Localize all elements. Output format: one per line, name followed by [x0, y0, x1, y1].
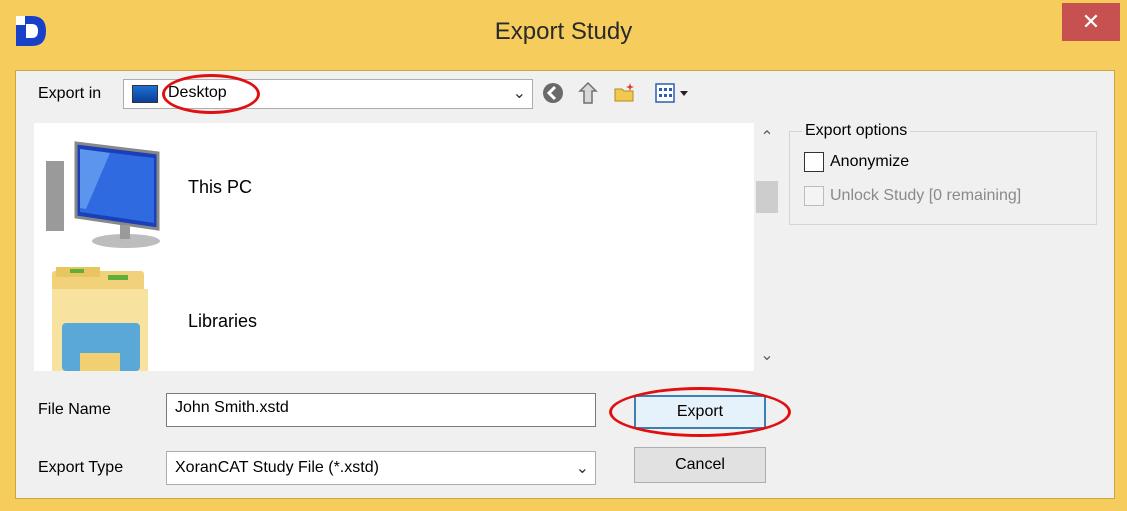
export-in-label: Export in [38, 85, 102, 102]
up-folder-icon[interactable] [576, 81, 600, 105]
cancel-button[interactable]: Cancel [634, 447, 766, 483]
export-type-value: XoranCAT Study File (*.xstd) [175, 459, 379, 476]
scroll-down-icon[interactable]: ⌄ [754, 345, 780, 365]
unlock-study-checkbox [804, 186, 824, 206]
list-item[interactable]: Libraries [34, 253, 754, 371]
highlight-circle [609, 387, 791, 437]
libraries-folder-icon [52, 267, 148, 371]
view-menu-icon[interactable] [654, 81, 694, 105]
new-folder-icon[interactable] [613, 81, 637, 105]
unlock-study-label: Unlock Study [0 remaining] [830, 187, 1022, 204]
chevron-down-icon: ⌄ [575, 460, 589, 477]
list-item-label: Libraries [188, 311, 258, 331]
list-item-label: This PC [188, 177, 253, 197]
file-name-input[interactable]: John Smith.xstd [166, 393, 596, 427]
back-icon[interactable] [541, 81, 565, 105]
close-button[interactable]: ✕ [1062, 3, 1120, 41]
file-list[interactable]: This PC Libraries [34, 123, 754, 371]
export-options-title: Export options [802, 122, 911, 140]
export-type-label: Export Type [38, 459, 124, 476]
export-type-select[interactable]: XoranCAT Study File (*.xstd) ⌄ [166, 451, 596, 485]
dialog-body: Export in Desktop ⌄ This PC Libraries ⌃ … [15, 70, 1115, 499]
desktop-icon [132, 85, 158, 103]
anonymize-checkbox[interactable] [804, 152, 824, 172]
title-bar[interactable]: Export Study ✕ [0, 0, 1127, 70]
computer-icon [46, 141, 160, 248]
export-options-group: Export options Anonymize Unlock Study [0… [789, 122, 1097, 225]
window-title: Export Study [494, 18, 633, 45]
highlight-circle [162, 74, 260, 114]
export-study-dialog: Export Study ✕ Export in Desktop ⌄ This … [0, 0, 1127, 511]
scroll-up-icon[interactable]: ⌃ [754, 127, 780, 147]
file-name-label: File Name [38, 401, 111, 418]
list-scrollbar[interactable]: ⌃ ⌄ [754, 123, 780, 371]
anonymize-label: Anonymize [830, 153, 910, 170]
list-item[interactable]: This PC [34, 123, 754, 248]
scroll-thumb[interactable] [756, 181, 778, 213]
chevron-down-icon: ⌄ [512, 85, 526, 102]
